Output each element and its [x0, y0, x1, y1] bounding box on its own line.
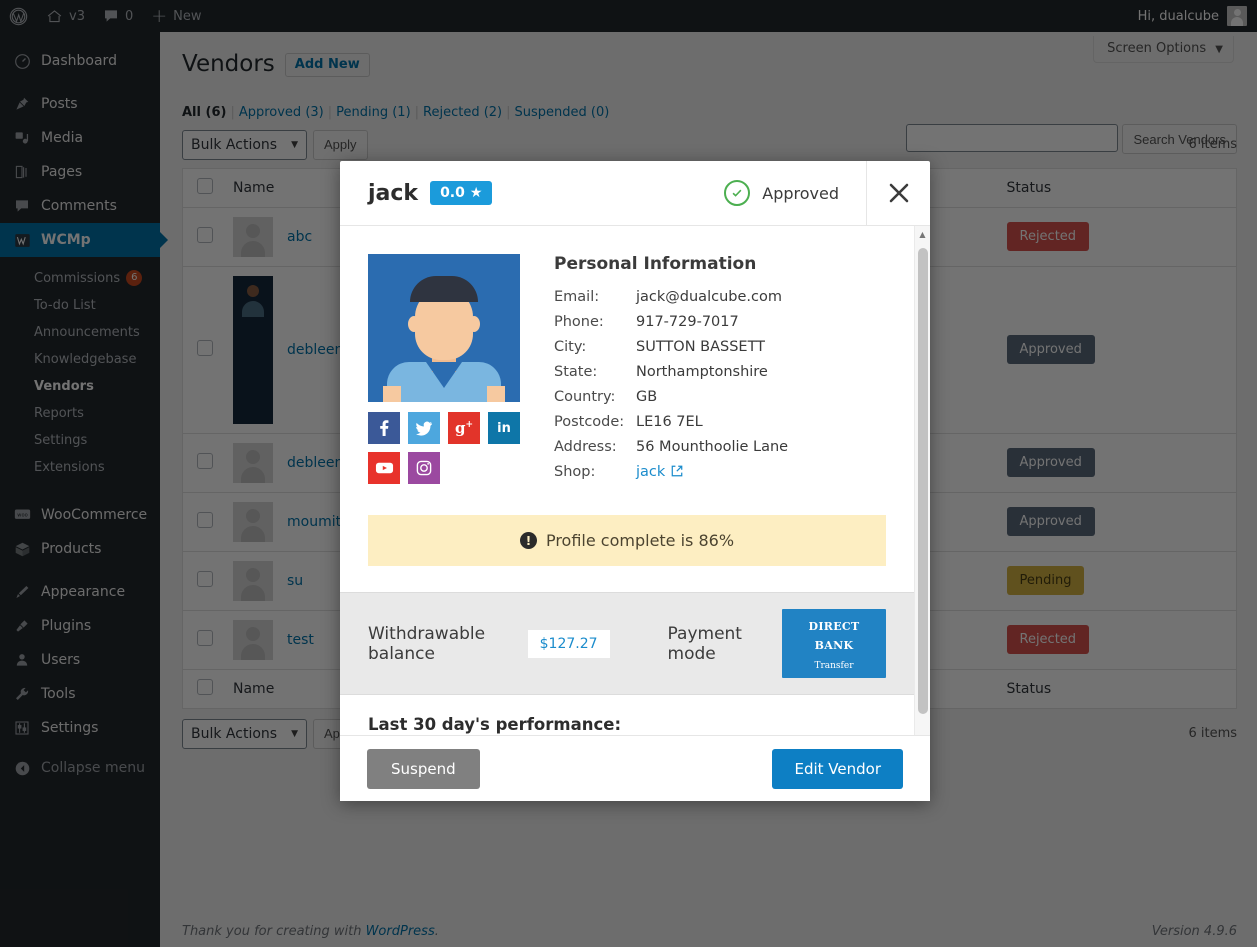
modal-header-right: Approved: [724, 161, 930, 225]
profile-completion-notice: ! Profile complete is 86%: [368, 515, 886, 566]
youtube-icon[interactable]: [368, 452, 400, 484]
vendor-profile-photo: [368, 254, 520, 402]
vendor-status-label: Approved: [762, 183, 839, 203]
check-circle-icon: [724, 180, 751, 206]
field-label: Country:: [554, 389, 616, 405]
field-label: City:: [554, 339, 587, 355]
scrollbar-up-arrow[interactable]: ▲: [915, 226, 930, 242]
performance-section: Last 30 day's performance: No of order S…: [340, 695, 914, 735]
social-links: g+ in: [368, 412, 520, 484]
field-state: State: Northamptonshire: [554, 364, 914, 380]
google-plus-icon[interactable]: g+: [448, 412, 480, 444]
field-address: Address: 56 Mounthoolie Lane: [554, 439, 914, 455]
modal-footer: Suspend Edit Vendor: [340, 735, 930, 801]
star-icon: ★: [469, 185, 483, 201]
instagram-icon[interactable]: [408, 452, 440, 484]
field-value: 917-729-7017: [636, 314, 739, 330]
field-value: jack@dualcube.com: [636, 289, 782, 305]
modal-scrollbar[interactable]: ▲: [914, 226, 930, 735]
personal-information-title: Personal Information: [554, 254, 757, 274]
field-phone: Phone: 917-729-7017: [554, 314, 914, 330]
payment-mode-line1: DIRECT BANK: [808, 620, 860, 652]
field-label: Postcode:: [554, 414, 625, 430]
field-label: Address:: [554, 439, 617, 455]
linkedin-icon[interactable]: in: [488, 412, 520, 444]
modal-header: jack 0.0 ★ Approved: [340, 161, 930, 226]
field-city: City: SUTTON BASSETT: [554, 339, 914, 355]
balance-label: Withdrawable balance: [368, 623, 486, 664]
field-value: 56 Mounthoolie Lane: [636, 439, 789, 455]
field-postcode: Postcode: LE16 7EL: [554, 414, 914, 430]
field-label: Email:: [554, 289, 600, 305]
info-icon: !: [519, 532, 537, 549]
payment-mode-badge[interactable]: DIRECT BANK Transfer: [782, 609, 886, 678]
field-email: Email: jack@dualcube.com: [554, 289, 914, 305]
vendor-info-row: g+ in Personal Information Email: jack@d…: [340, 226, 914, 491]
profile-completion-text: Profile complete is 86%: [545, 531, 735, 550]
field-value: Northamptonshire: [636, 364, 768, 380]
field-value: LE16 7EL: [636, 414, 703, 430]
facebook-icon[interactable]: [368, 412, 400, 444]
modal-vendor-name: jack: [368, 180, 419, 206]
payment-mode-line2: Transfer: [814, 661, 854, 671]
twitter-icon[interactable]: [408, 412, 440, 444]
modal-body: g+ in Personal Information Email: jack@d…: [340, 226, 930, 735]
field-label: Phone:: [554, 314, 604, 330]
rating-badge: 0.0 ★: [430, 181, 493, 205]
field-country: Country: GB: [554, 389, 914, 405]
rating-value: 0.0: [440, 185, 465, 201]
scrollbar-thumb[interactable]: [918, 248, 928, 714]
edit-vendor-button[interactable]: Edit Vendor: [772, 748, 903, 789]
external-link-icon[interactable]: [670, 464, 684, 482]
vendor-details-modal: jack 0.0 ★ Approved g+ in Personal Infor…: [340, 161, 930, 801]
balance-bar: Withdrawable balance $127.27 Payment mod…: [340, 592, 914, 695]
vendor-photo-column: g+ in: [368, 254, 520, 491]
suspend-button[interactable]: Suspend: [367, 748, 480, 789]
field-label: Shop:: [554, 464, 596, 480]
field-value: GB: [636, 389, 658, 405]
vendor-status: Approved: [724, 180, 866, 206]
modal-scroll-area: g+ in Personal Information Email: jack@d…: [340, 226, 914, 735]
balance-amount: $127.27: [527, 629, 610, 658]
close-icon[interactable]: [866, 161, 930, 225]
payment-mode-label: Payment mode: [667, 623, 742, 664]
personal-information: Personal Information Email: jack@dualcub…: [520, 254, 914, 491]
performance-title: Last 30 day's performance:: [368, 715, 622, 734]
field-shop: Shop: jack: [554, 464, 914, 482]
field-value: SUTTON BASSETT: [636, 339, 766, 355]
field-label: State:: [554, 364, 598, 380]
shop-link[interactable]: jack: [636, 464, 665, 482]
